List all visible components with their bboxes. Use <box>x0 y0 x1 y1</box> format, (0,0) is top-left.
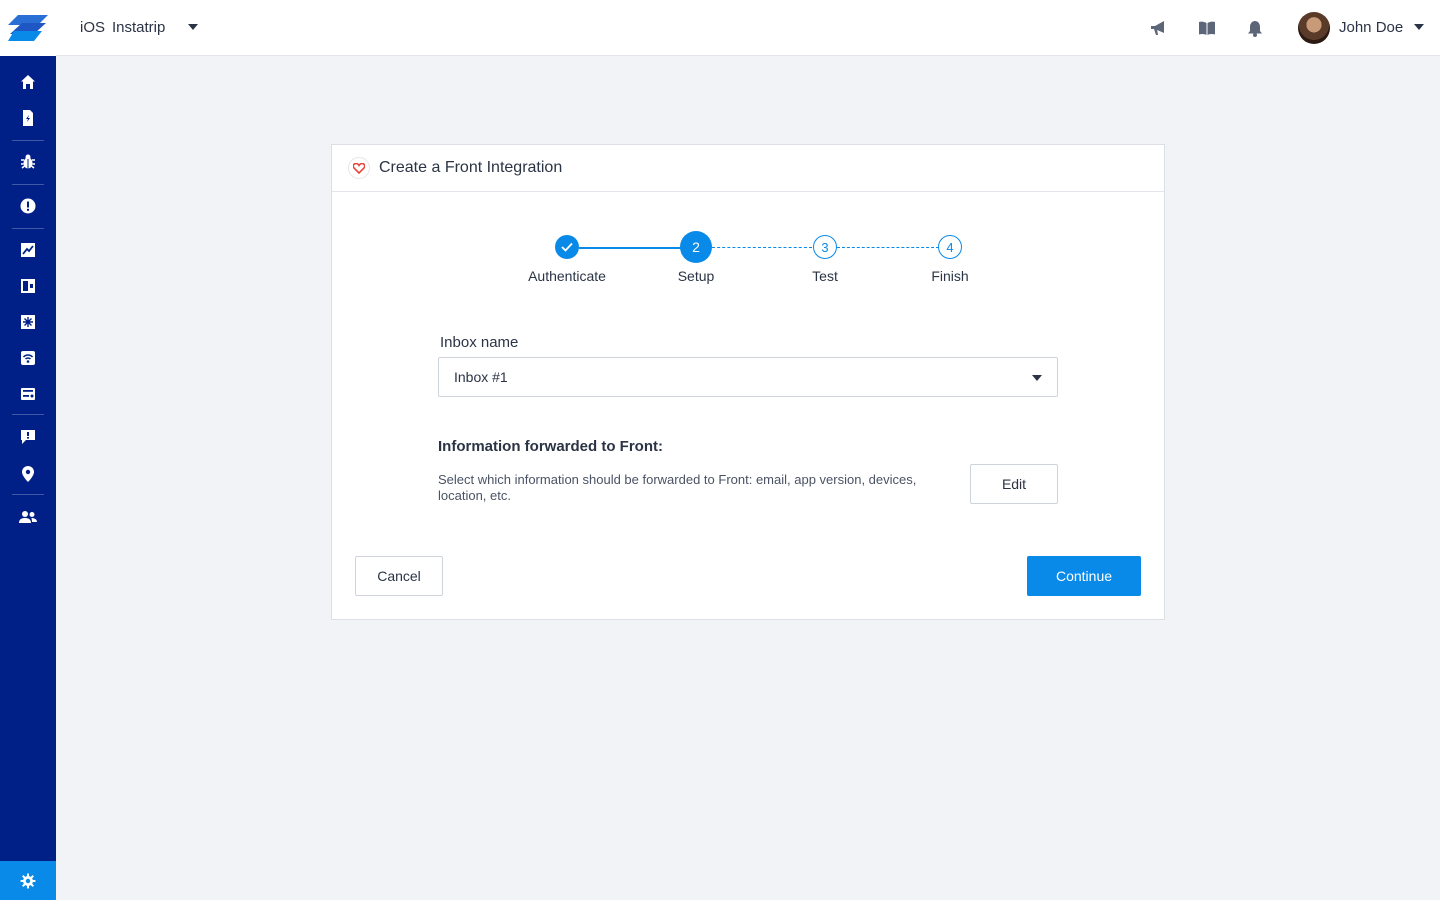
step-connector-pending <box>837 247 939 248</box>
sidebar-item-home[interactable] <box>0 64 56 100</box>
network-icon <box>21 351 35 365</box>
edit-button[interactable]: Edit <box>970 464 1058 504</box>
card-title: Create a Front Integration <box>379 159 563 176</box>
sidebar-item-bugs[interactable] <box>0 144 56 180</box>
integration-card: Create a Front Integration 2 3 4 Authent… <box>331 144 1165 620</box>
app-name[interactable]: Instatrip <box>112 19 165 36</box>
front-logo-icon <box>348 157 370 179</box>
crash-report-icon <box>23 110 33 126</box>
info-forwarded-description: Select which information should be forwa… <box>438 472 917 503</box>
docs-button[interactable] <box>1195 16 1219 40</box>
settings-button[interactable] <box>0 861 56 900</box>
feedback-icon <box>21 430 35 444</box>
card-header: Create a Front Integration <box>332 145 1164 192</box>
bell-icon <box>1248 20 1262 37</box>
step-authenticate-check <box>555 235 579 259</box>
nav-divider <box>12 414 44 415</box>
bug-icon <box>21 154 35 169</box>
release-icon <box>21 388 35 400</box>
step-label-setup: Setup <box>677 268 715 284</box>
book-icon <box>1199 21 1215 35</box>
inbox-name-select[interactable]: Inbox #1 <box>438 357 1058 397</box>
nav-divider <box>12 228 44 229</box>
user-avatar[interactable] <box>1298 12 1330 44</box>
info-forwarded-title: Information forwarded to Front: <box>438 438 663 455</box>
step-label-finish: Finish <box>931 268 969 284</box>
survey-icon <box>21 279 35 293</box>
sidebar-item-network[interactable] <box>0 340 56 376</box>
checkmark-icon <box>561 242 573 252</box>
megaphone-icon <box>1151 21 1164 35</box>
user-menu-caret-icon[interactable] <box>1414 24 1424 30</box>
cancel-button[interactable]: Cancel <box>355 556 443 596</box>
sidebar-item-crash-reports[interactable] <box>0 100 56 136</box>
inbox-name-label: Inbox name <box>440 334 519 351</box>
step-label-authenticate: Authenticate <box>528 268 606 284</box>
snowflake-icon <box>21 315 35 329</box>
home-icon <box>21 75 35 89</box>
logo-icon <box>8 15 48 41</box>
user-name[interactable]: John Doe <box>1339 19 1403 36</box>
location-icon <box>22 466 34 482</box>
sidebar-item-users[interactable] <box>0 499 56 535</box>
inbox-name-value: Inbox #1 <box>454 369 508 385</box>
nav-divider <box>12 140 44 141</box>
nav-divider <box>12 494 44 495</box>
analytics-icon <box>21 243 35 257</box>
alert-icon <box>20 198 36 214</box>
continue-button[interactable]: Continue <box>1027 556 1141 596</box>
gear-icon <box>20 873 36 888</box>
step-test-circle: 3 <box>813 235 837 259</box>
step-setup-circle: 2 <box>680 231 712 263</box>
users-icon <box>19 511 37 523</box>
platform-label: iOS <box>80 19 106 36</box>
step-connector-pending <box>712 247 812 248</box>
step-finish-circle: 4 <box>938 235 962 259</box>
sidebar-item-feedback[interactable] <box>0 419 56 455</box>
notifications-button[interactable] <box>1243 16 1267 40</box>
sidebar-item-analytics[interactable] <box>0 232 56 268</box>
sidebar-item-surveys[interactable] <box>0 268 56 304</box>
app-switcher-caret-icon[interactable] <box>188 24 198 30</box>
chevron-down-icon <box>1032 375 1042 381</box>
top-bar: iOS Instatrip John Doe <box>56 0 1440 56</box>
app-logo[interactable] <box>0 0 56 56</box>
announcements-button[interactable] <box>1147 16 1171 40</box>
nav-divider <box>12 184 44 185</box>
sidebar-item-releases[interactable] <box>0 376 56 412</box>
sidebar-item-alerts[interactable] <box>0 188 56 224</box>
sidebar-item-locations[interactable] <box>0 456 56 492</box>
step-label-test: Test <box>812 268 838 284</box>
sidebar <box>0 0 56 900</box>
sidebar-item-feature-flags[interactable] <box>0 304 56 340</box>
